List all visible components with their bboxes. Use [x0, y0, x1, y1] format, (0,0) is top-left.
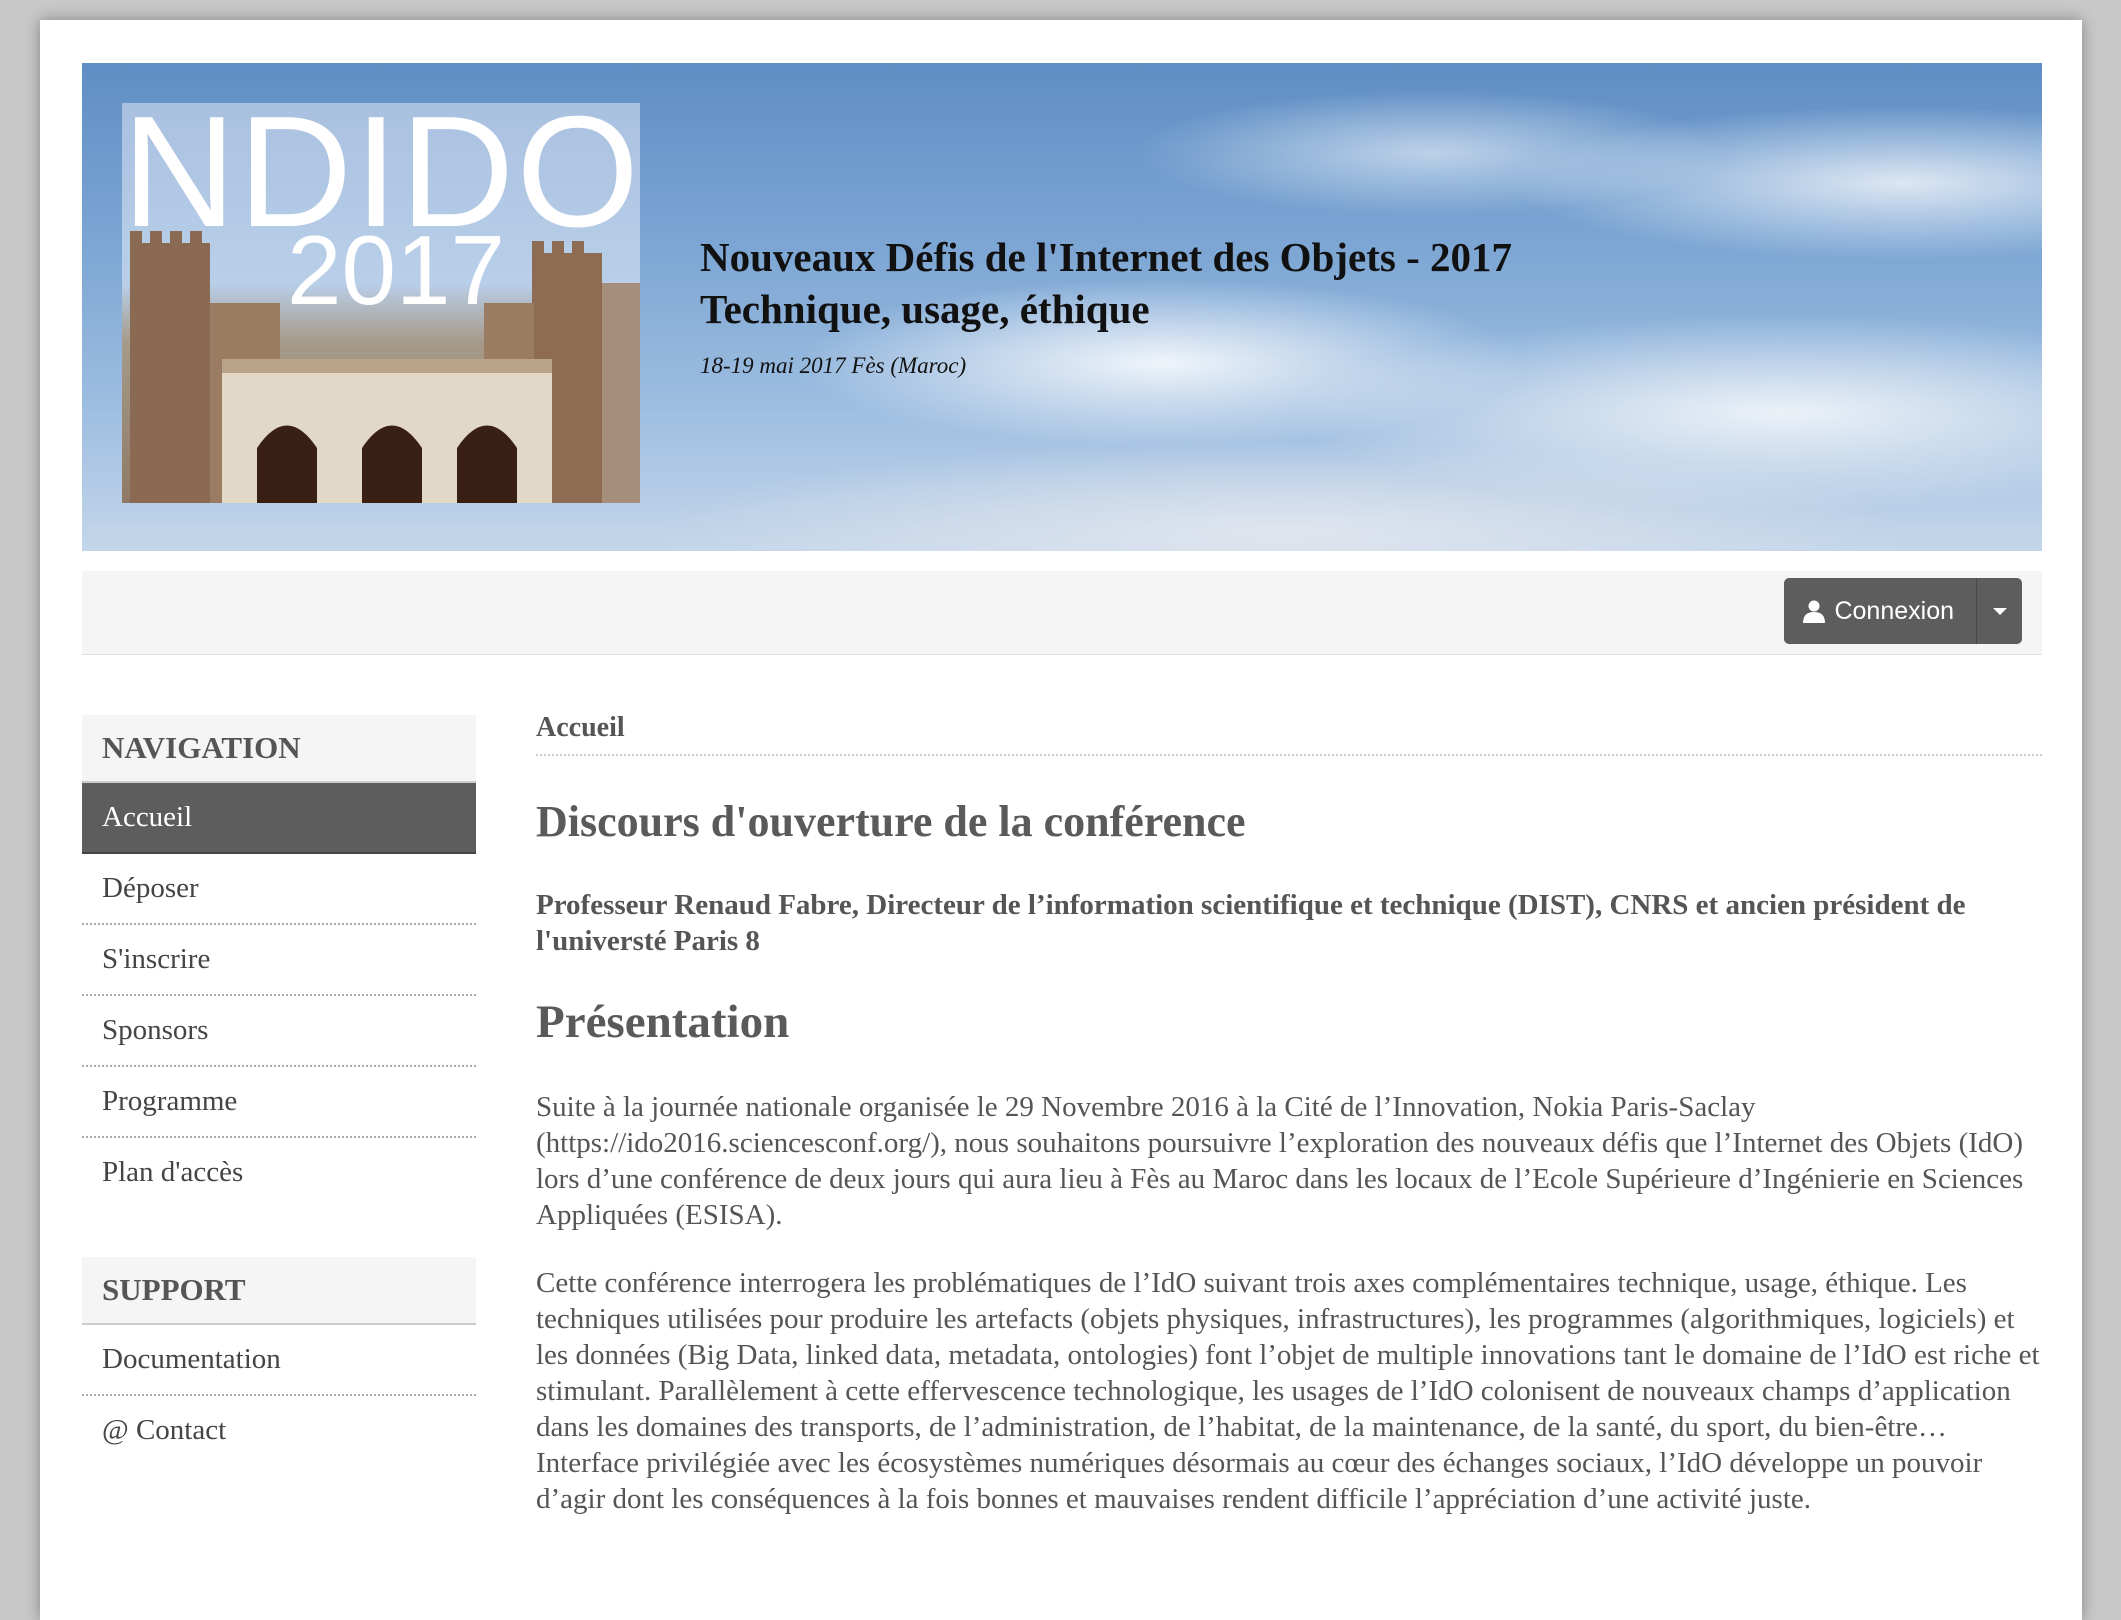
- nav-item-sponsors[interactable]: Sponsors: [82, 996, 476, 1067]
- breadcrumb: Accueil: [536, 712, 2042, 756]
- support-item-contact[interactable]: @ Contact: [82, 1396, 476, 1465]
- login-button-group: Connexion: [1784, 578, 2022, 644]
- page: NDIDO 2017 Nouveaux Défis de l'Internet …: [40, 20, 2082, 1620]
- conference-tagline: Technique, usage, éthique: [700, 286, 1150, 332]
- logo-year: 2017: [287, 215, 506, 325]
- navigation-header: NAVIGATION: [82, 715, 476, 783]
- user-icon: [1803, 600, 1826, 623]
- speaker-info: Professeur Renaud Fabre, Directeur de l’…: [536, 889, 1966, 957]
- presentation-paragraph-1: Suite à la journée nationale organisée l…: [536, 1091, 2024, 1231]
- conference-title: Nouveaux Défis de l'Internet des Objets …: [700, 234, 1512, 280]
- nav-item-deposer[interactable]: Déposer: [82, 854, 476, 925]
- nav-item-sinscrire[interactable]: S'inscrire: [82, 925, 476, 996]
- nav-item-programme[interactable]: Programme: [82, 1067, 476, 1138]
- opening-speech-heading: Discours d'ouverture de la conférence: [536, 797, 1246, 846]
- caret-down-icon: [1992, 607, 2007, 615]
- login-dropdown-toggle[interactable]: [1977, 578, 2022, 644]
- nav-item-accueil[interactable]: Accueil: [82, 783, 476, 854]
- support-item-documentation[interactable]: Documentation: [82, 1325, 476, 1396]
- support-header: SUPPORT: [82, 1257, 476, 1325]
- header-banner: NDIDO 2017 Nouveaux Défis de l'Internet …: [82, 63, 2042, 551]
- conference-dates: 18-19 mai 2017 Fès (Maroc): [700, 353, 967, 378]
- main-content: Accueil Discours d'ouverture de la confé…: [536, 712, 2042, 1546]
- conference-logo[interactable]: NDIDO 2017: [122, 103, 640, 503]
- login-label: Connexion: [1834, 596, 1954, 625]
- top-toolbar: Connexion: [82, 571, 2042, 655]
- presentation-paragraph-2: Cette conférence interrogera les problém…: [536, 1267, 2040, 1515]
- presentation-heading: Présentation: [536, 996, 790, 1048]
- sidebar: NAVIGATION Accueil Déposer S'inscrire Sp…: [82, 715, 476, 1465]
- banner-text: Nouveaux Défis de l'Internet des Objets …: [700, 231, 1512, 379]
- login-button[interactable]: Connexion: [1784, 578, 1977, 644]
- nav-item-plan-acces[interactable]: Plan d'accès: [82, 1138, 476, 1207]
